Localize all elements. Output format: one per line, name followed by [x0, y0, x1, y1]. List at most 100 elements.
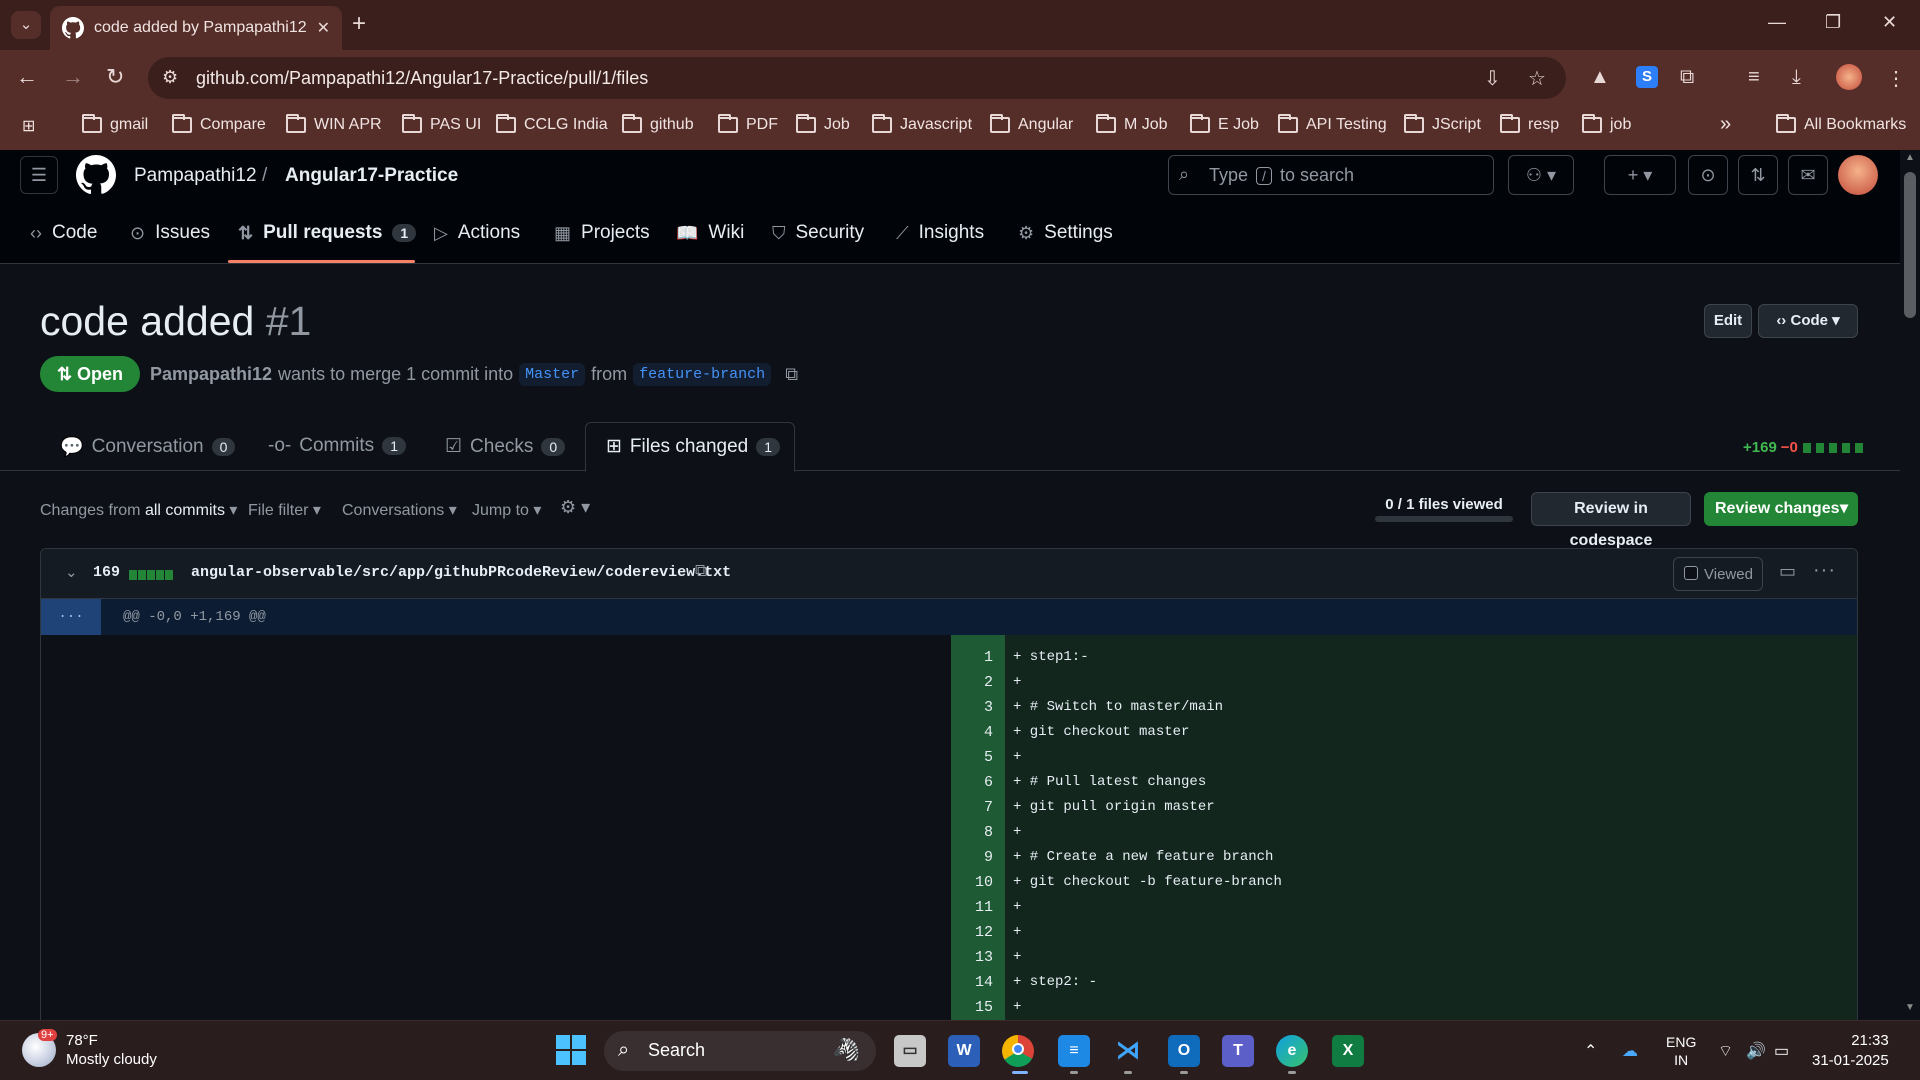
bookmark-item[interactable]: API Testing [1278, 114, 1387, 134]
scroll-down-icon[interactable]: ▼ [1905, 1002, 1915, 1013]
conversations-dropdown[interactable]: Conversations ▾ [342, 500, 457, 520]
reload-icon[interactable]: ↻ [106, 64, 124, 90]
line-number[interactable]: 7 [951, 799, 1005, 816]
extension-s-icon[interactable]: S [1636, 66, 1658, 88]
scrollbar-thumb[interactable] [1904, 172, 1916, 318]
code-dropdown-button[interactable]: ‹› Code ▾ [1758, 304, 1858, 338]
bookmark-item[interactable]: Angular [990, 114, 1073, 134]
scroll-up-icon[interactable]: ▲ [1905, 152, 1915, 163]
diff-line[interactable]: 6 + # Pull latest changes [951, 770, 1857, 795]
line-number[interactable]: 8 [951, 824, 1005, 841]
tab-files-changed[interactable]: ⊞ Files changed 1 [606, 435, 781, 458]
bookmark-item[interactable]: gmail [82, 114, 148, 134]
diff-line[interactable]: 9 + # Create a new feature branch [951, 845, 1857, 870]
language-indicator[interactable]: ENG IN [1666, 1033, 1696, 1069]
extension-angular-icon[interactable]: ▲ [1590, 66, 1610, 89]
breadcrumb-repo[interactable]: Angular17-Practice [285, 165, 458, 187]
file-path[interactable]: angular-observable/src/app/githubPRcodeR… [191, 564, 731, 581]
create-new-plus-icon[interactable]: + ▾ [1604, 155, 1676, 195]
diff-line[interactable]: 15 + [951, 995, 1857, 1020]
line-number[interactable]: 4 [951, 724, 1005, 741]
install-app-icon[interactable]: ⇩ [1484, 66, 1501, 91]
new-tab-plus-icon[interactable]: + [352, 10, 366, 38]
head-branch[interactable]: feature-branch [633, 363, 772, 386]
repo-nav-pull-requests[interactable]: ⇅ Pull requests 1 [238, 222, 417, 244]
line-number[interactable]: 9 [951, 849, 1005, 866]
bookmark-item[interactable]: WIN APR [286, 114, 382, 134]
file-filter-dropdown[interactable]: File filter ▾ [248, 500, 321, 520]
onedrive-cloud-icon[interactable]: ☁ [1622, 1041, 1638, 1061]
pr-author[interactable]: Pampapathi12 [150, 364, 272, 385]
teams-icon[interactable]: T [1222, 1035, 1254, 1067]
address-bar[interactable]: ⚙ github.com/Pampapathi12/Angular17-Prac… [148, 57, 1566, 99]
line-number[interactable]: 2 [951, 674, 1005, 691]
repo-nav-actions[interactable]: ▷ Actions [434, 222, 520, 244]
apps-grid-icon[interactable]: ⊞ [22, 116, 35, 136]
repo-nav-security[interactable]: ⛉ Security [772, 222, 864, 244]
repo-nav-code[interactable]: ‹› Code [30, 222, 97, 244]
task-view-icon[interactable]: ▭ [894, 1035, 926, 1067]
collapse-chevron-icon[interactable]: ⌄ [65, 563, 78, 581]
system-clock[interactable]: 21:33 31-01-2025 [1812, 1031, 1889, 1071]
diff-settings-gear-icon[interactable]: ⚙ ▾ [560, 497, 590, 518]
pull-requests-icon[interactable]: ⇅ [1738, 155, 1778, 195]
repo-nav-insights[interactable]: ⟋ Insights [896, 222, 984, 244]
repo-nav-settings[interactable]: ⚙ Settings [1018, 222, 1113, 244]
tab-search-chevron-icon[interactable]: ⌄ [11, 11, 41, 39]
tab-close-icon[interactable]: ✕ [317, 18, 330, 38]
site-info-icon[interactable]: ⚙ [162, 67, 178, 88]
chrome-menu-icon[interactable]: ⋮ [1886, 66, 1906, 91]
diff-line[interactable]: 10 + git checkout -b feature-branch [951, 870, 1857, 895]
diff-line[interactable]: 5 + [951, 745, 1857, 770]
word-icon[interactable]: W [948, 1035, 980, 1067]
excel-icon[interactable]: X [1332, 1035, 1364, 1067]
line-number[interactable]: 14 [951, 974, 1005, 991]
wifi-icon[interactable]: ⌔ [1718, 1041, 1733, 1061]
hamburger-menu-icon[interactable]: ☰ [20, 156, 58, 194]
line-number[interactable]: 12 [951, 924, 1005, 941]
edge-icon[interactable]: e [1276, 1035, 1308, 1067]
diff-line[interactable]: 13 + [951, 945, 1857, 970]
bookmark-item[interactable]: github [622, 114, 694, 134]
tab-conversation[interactable]: 💬 Conversation 0 [60, 435, 236, 459]
diff-line[interactable]: 8 + [951, 820, 1857, 845]
diff-line[interactable]: 1 + step1:- [951, 645, 1857, 670]
edit-button[interactable]: Edit [1704, 304, 1752, 338]
more-bookmarks-chevron[interactable]: » [1720, 113, 1731, 136]
repo-nav-issues[interactable]: ⊙ Issues [130, 222, 210, 244]
bookmark-item[interactable]: M Job [1096, 114, 1168, 134]
diff-line[interactable]: 11 + [951, 895, 1857, 920]
tab-commits[interactable]: -o- Commits 1 [268, 435, 406, 457]
bookmark-star-icon[interactable]: ☆ [1528, 66, 1546, 91]
repo-nav-projects[interactable]: ▦ Projects [554, 222, 650, 244]
diff-line[interactable]: 12 + [951, 920, 1857, 945]
extensions-puzzle-icon[interactable]: ⧉ [1680, 66, 1694, 89]
more-options-icon[interactable]: ··· [1813, 559, 1836, 582]
copilot-icon[interactable]: ⚇ ▾ [1508, 155, 1574, 195]
repo-nav-wiki[interactable]: 📖 Wiki [676, 222, 744, 244]
breadcrumb-owner[interactable]: Pampapathi12 [134, 165, 257, 187]
browser-tab[interactable]: code added by Pampapathi12 · ✕ [50, 6, 342, 50]
all-bookmarks[interactable]: All Bookmarks [1776, 114, 1906, 134]
diff-line[interactable]: 14 + step2: - [951, 970, 1857, 995]
jump-to-dropdown[interactable]: Jump to ▾ [472, 500, 541, 520]
battery-icon[interactable]: ▭ [1774, 1041, 1789, 1061]
bookmark-item[interactable]: resp [1500, 114, 1559, 134]
diff-line[interactable]: 3 + # Switch to master/main [951, 695, 1857, 720]
bookmark-item[interactable]: JScript [1404, 114, 1481, 134]
line-number[interactable]: 5 [951, 749, 1005, 766]
notepad-icon[interactable]: ≡ [1058, 1035, 1090, 1067]
bookmark-item[interactable]: Job [796, 114, 850, 134]
close-window-icon[interactable]: ✕ [1882, 12, 1897, 33]
bookmark-item[interactable]: PAS UI [402, 114, 481, 134]
bookmark-item[interactable]: Javascript [872, 114, 972, 134]
weather-widget[interactable]: 9+ 78°F Mostly cloudy [22, 1029, 157, 1069]
bookmark-item[interactable]: PDF [718, 114, 778, 134]
windows-start-icon[interactable] [556, 1035, 586, 1065]
comment-icon[interactable]: ▭ [1779, 561, 1796, 582]
forward-arrow-icon[interactable]: → [62, 64, 84, 90]
review-in-codespace-button[interactable]: Review in codespace [1531, 492, 1691, 549]
search-input[interactable]: ⌕ Type / to search [1168, 155, 1494, 195]
viewed-checkbox[interactable]: Viewed [1673, 557, 1763, 591]
bookmark-item[interactable]: E Job [1190, 114, 1259, 134]
